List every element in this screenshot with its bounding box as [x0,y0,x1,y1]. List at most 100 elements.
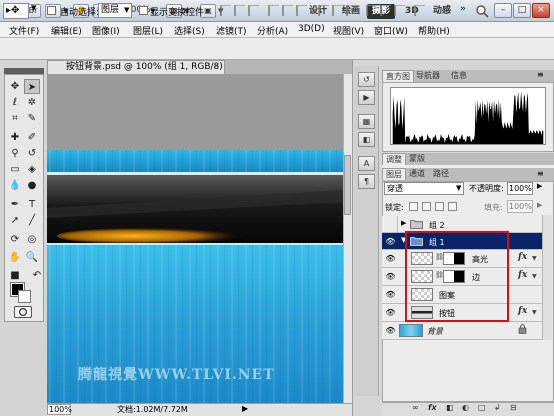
align-right-icon[interactable] [296,5,307,16]
type-icon[interactable]: T [24,197,40,212]
move-icon[interactable]: ✥ [7,79,23,94]
zoom-icon[interactable]: 🔍 [24,250,40,265]
quick-mask-icon[interactable] [14,306,32,318]
vertical-scrollbar[interactable] [343,74,352,403]
magic-wand-icon[interactable]: ✲ [24,95,40,110]
chevron-right-icon[interactable]: ▶ [537,201,542,209]
align-hcenter-icon[interactable] [282,5,293,16]
tab-paths[interactable]: 路径 [430,168,452,180]
minimize-button[interactable]: – [494,3,512,18]
maximize-button[interactable]: □ [513,3,531,18]
auto-align-icon[interactable] [414,5,425,16]
document-tab[interactable]: 按钮背景.psd @ 100% (组 1, RGB/8) * [47,60,225,85]
chevron-down-icon[interactable]: ▼ [31,4,36,12]
effects-icon[interactable]: fx [518,270,527,280]
tab-masks[interactable]: 蒙版 [406,153,428,165]
distribute-vcenter-icon[interactable] [332,5,343,16]
menu-edit[interactable]: 编辑(E) [51,24,82,37]
healing-brush-icon[interactable]: ✚ [7,130,23,145]
lock-pixels-icon[interactable] [422,202,431,211]
tab-navigator[interactable]: 导航器 [413,70,443,82]
tab-info[interactable]: 信息 [448,70,470,82]
zoom-field[interactable]: 100% [47,404,72,415]
link-layers-icon[interactable]: ∞ [412,403,419,412]
add-style-icon[interactable]: fx [428,403,437,412]
visibility-toggle[interactable] [382,216,398,232]
chevron-down-icon[interactable]: ▼ [532,273,537,280]
eye-icon[interactable]: 👁 [385,289,396,300]
tab-histogram[interactable]: 直方图 [382,70,414,82]
menu-image[interactable]: 图像(I) [92,24,120,37]
3d-orbit-icon[interactable]: ◎ [24,232,40,247]
effects-icon[interactable]: fx [518,252,527,262]
distribute-left-icon[interactable] [366,5,377,16]
dodge-icon[interactable]: ● [24,178,40,193]
history-brush-icon[interactable]: ↺ [24,146,40,161]
layers-scrollbar[interactable] [542,215,552,340]
auto-select-checkbox[interactable] [47,6,56,15]
align-left-icon[interactable] [268,5,279,16]
paragraph-panel-icon[interactable]: ¶ [358,174,375,189]
tab-channels[interactable]: 通道 [406,168,428,180]
chevron-right-icon[interactable]: ▶ [537,182,542,190]
distribute-hcenter-icon[interactable] [380,5,391,16]
menu-help[interactable]: 帮助(H) [418,24,450,37]
swap-colors-icon[interactable]: ↶ [29,268,45,283]
chevron-down-icon[interactable]: ▼ [124,3,129,18]
history-panel-icon[interactable]: ↺ [358,72,375,87]
swatches-panel-icon[interactable]: ▦ [358,114,375,129]
lasso-icon[interactable]: ℓ [7,95,23,110]
clone-stamp-icon[interactable]: ⚲ [7,146,23,161]
hand-icon[interactable]: ✋ [7,250,23,265]
brush-icon[interactable]: ✐ [24,130,40,145]
menu-window[interactable]: 窗口(W) [374,24,408,37]
move-tool-preset-icon[interactable]: ▸✥ [3,3,29,19]
more-workspaces-icon[interactable]: » [460,4,466,14]
eye-icon[interactable]: 👁 [385,253,396,264]
character-panel-icon[interactable]: A [358,156,375,171]
add-mask-icon[interactable]: ◧ [446,403,454,412]
crop-icon[interactable]: ⌗ [7,111,23,126]
menu-file[interactable]: 文件(F) [9,24,39,37]
eyedropper-icon[interactable]: ✎ [24,111,40,126]
menu-view[interactable]: 视图(V) [333,24,364,37]
chevron-down-icon[interactable]: ▼ [532,309,537,316]
pen-icon[interactable]: ✒ [7,197,23,212]
new-layer-icon[interactable]: ↲ [494,403,501,412]
align-top-icon[interactable] [220,5,231,16]
align-bottom-icon[interactable] [248,5,259,16]
menu-3d[interactable]: 3D(D) [298,24,325,34]
chevron-down-icon[interactable]: ▼ [532,255,537,262]
panel-menu-icon[interactable]: ≡ [537,70,544,79]
styles-panel-icon[interactable]: ◧ [358,132,375,147]
opacity-field[interactable]: 100% [507,182,533,195]
move-tool-selected-icon[interactable]: ➤ [24,79,40,94]
menu-analysis[interactable]: 分析(A) [257,24,288,37]
3d-rotate-icon[interactable]: ⟳ [7,232,23,247]
lock-position-icon[interactable] [435,202,444,211]
eye-icon[interactable]: 👁 [385,271,396,282]
eye-icon[interactable]: 👁 [385,325,396,336]
delete-layer-icon[interactable]: ⊟ [510,403,517,412]
lock-transparency-icon[interactable] [409,202,418,211]
eye-icon[interactable]: 👁 [385,236,396,247]
effects-icon[interactable]: fx [518,306,527,316]
eraser-icon[interactable]: ▭ [7,162,23,177]
lock-all-icon[interactable] [448,202,457,211]
shape-icon[interactable]: ╱ [24,213,40,228]
distribute-bottom-icon[interactable] [346,5,357,16]
paint-bucket-icon[interactable]: ◈ [24,162,40,177]
workspace-motion[interactable]: 动感 [428,4,456,19]
menu-filter[interactable]: 滤镜(T) [216,24,247,37]
blend-mode-dropdown[interactable]: 穿透 [384,182,464,195]
default-colors-icon[interactable]: ■ [7,268,23,283]
panel-menu-icon[interactable]: ≡ [537,169,544,178]
tab-adjustments[interactable]: 调整 [382,153,406,165]
distribute-right-icon[interactable] [394,5,405,16]
chevron-down-icon[interactable]: ▼ [456,182,461,195]
search-icon[interactable] [475,4,489,18]
menu-select[interactable]: 选择(S) [174,24,205,37]
blur-icon[interactable]: 💧 [7,178,23,193]
actions-panel-icon[interactable]: ▶ [358,90,375,105]
menu-layer[interactable]: 图层(L) [133,24,163,37]
